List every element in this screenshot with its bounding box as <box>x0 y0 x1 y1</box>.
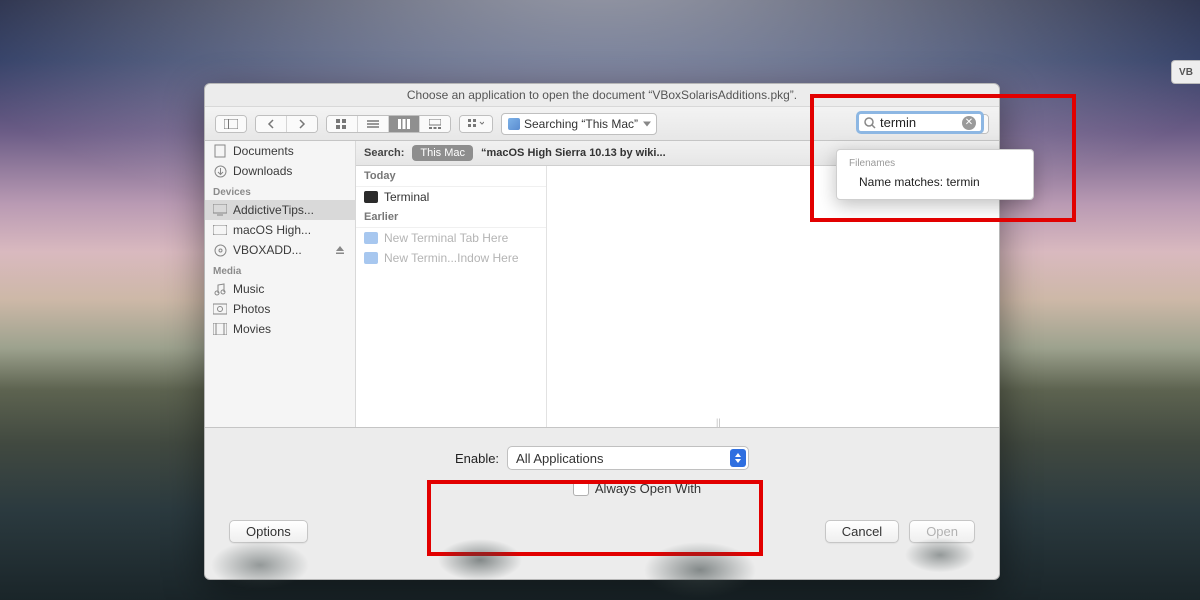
nav-group <box>255 115 318 133</box>
sidebar-item-label: Movies <box>233 322 271 336</box>
sidebar-item-label: macOS High... <box>233 223 311 237</box>
column-view-button[interactable] <box>389 116 420 132</box>
location-label: Searching “This Mac” <box>524 117 638 131</box>
sidebar-item-label: Downloads <box>233 164 292 178</box>
group-icon <box>468 119 484 129</box>
workflow-icon <box>364 252 378 264</box>
sidebar-item-label: VBOXADD... <box>233 243 327 257</box>
sidebar-item-movies[interactable]: Movies <box>205 319 355 339</box>
back-button[interactable] <box>256 116 287 132</box>
sidebar-item-label: Documents <box>233 144 294 158</box>
sidebar-item-downloads[interactable]: Downloads <box>205 161 355 181</box>
suggestions-section-header: Filenames <box>837 156 1033 171</box>
sidebar-toggle-button[interactable] <box>216 116 246 132</box>
icon-view-button[interactable] <box>327 116 358 132</box>
group-header-today: Today <box>356 166 546 187</box>
movies-icon <box>213 322 227 336</box>
clear-search-button[interactable]: ✕ <box>962 116 976 130</box>
sidebar-item-music[interactable]: Music <box>205 279 355 299</box>
sidebar: Documents Downloads Devices AddictiveTip… <box>205 141 356 427</box>
grid-icon <box>336 119 348 129</box>
suggestion-name-matches[interactable]: Name matches: termin <box>837 171 1033 193</box>
sidebar-section-media: Media <box>205 260 355 279</box>
workflow-icon <box>364 232 378 244</box>
scope-this-mac[interactable]: This Mac <box>412 145 473 161</box>
dialog-titlebar: Choose an application to open the docume… <box>205 84 999 107</box>
list-view-button[interactable] <box>358 116 389 132</box>
chevron-left-icon <box>267 119 275 129</box>
list-icon <box>367 119 379 129</box>
search-field[interactable]: termin ✕ <box>856 111 984 134</box>
display-icon <box>213 203 227 217</box>
result-new-terminal-window: New Termin...Indow Here <box>356 248 546 268</box>
desktop-background: VB V Choose an application to open the d… <box>0 0 1200 600</box>
sidebar-item-label: AddictiveTips... <box>233 203 314 217</box>
always-open-checkbox[interactable] <box>573 480 589 496</box>
group-by-group <box>459 115 493 133</box>
sidebar-item-label: Music <box>233 282 264 296</box>
result-label: New Termin...Indow Here <box>384 251 519 265</box>
forward-button[interactable] <box>287 116 317 132</box>
scope-current-folder[interactable]: “macOS High Sierra 10.13 by wiki... <box>481 147 666 159</box>
open-button[interactable]: Open <box>909 520 975 543</box>
result-label: Terminal <box>384 190 429 204</box>
select-arrows-icon <box>730 449 746 467</box>
group-header-earlier: Earlier <box>356 207 546 228</box>
result-new-terminal-tab: New Terminal Tab Here <box>356 228 546 248</box>
scope-icon <box>508 118 520 130</box>
group-by-button[interactable] <box>460 116 492 132</box>
dialog-footer: Enable: All Applications Always Open Wit… <box>205 428 999 557</box>
sidebar-item-photos[interactable]: Photos <box>205 299 355 319</box>
hd-icon <box>213 223 227 237</box>
always-open-label: Always Open With <box>595 481 701 496</box>
location-popup[interactable]: Searching “This Mac” <box>501 113 657 135</box>
sidebar-item-documents[interactable]: Documents <box>205 141 355 161</box>
result-terminal[interactable]: Terminal <box>356 187 546 207</box>
cancel-button[interactable]: Cancel <box>825 520 899 543</box>
search-label: Search: <box>364 147 404 159</box>
downloads-icon <box>213 164 227 178</box>
preview-column <box>547 166 999 427</box>
sidebar-item-vboxadd[interactable]: VBOXADD... <box>205 240 355 260</box>
search-icon <box>864 117 876 129</box>
results-column[interactable]: Today Terminal Earlier New Terminal Tab … <box>356 166 547 427</box>
enable-label: Enable: <box>455 451 499 466</box>
search-suggestions-popover: Filenames Name matches: termin <box>836 149 1034 200</box>
sidebar-item-computer[interactable]: AddictiveTips... <box>205 200 355 220</box>
options-button[interactable]: Options <box>229 520 308 543</box>
sidebar-item-label: Photos <box>233 302 270 316</box>
view-mode-group <box>326 115 451 133</box>
result-label: New Terminal Tab Here <box>384 231 508 245</box>
column-resize-handle[interactable]: || <box>716 417 726 427</box>
offscreen-window-tab[interactable]: VB <box>1171 60 1200 84</box>
gallery-view-button[interactable] <box>420 116 450 132</box>
dialog-title: Choose an application to open the docume… <box>407 88 797 102</box>
photos-icon <box>213 302 227 316</box>
sidebar-section-devices: Devices <box>205 181 355 200</box>
sidebar-icon <box>224 119 238 129</box>
chevron-right-icon <box>298 119 306 129</box>
gallery-icon <box>429 119 441 129</box>
finder-toolbar: Searching “This Mac” termin ✕ <box>205 107 999 141</box>
disc-icon <box>213 243 227 257</box>
search-query: termin <box>880 115 958 130</box>
eject-icon[interactable] <box>333 243 347 257</box>
music-icon <box>213 282 227 296</box>
sidebar-item-macos-hd[interactable]: macOS High... <box>205 220 355 240</box>
document-icon <box>213 144 227 158</box>
column-view: Today Terminal Earlier New Terminal Tab … <box>356 166 999 427</box>
sidebar-toggle-group <box>215 115 247 133</box>
enable-value: All Applications <box>516 451 603 466</box>
terminal-app-icon <box>364 191 378 203</box>
enable-select[interactable]: All Applications <box>507 446 749 470</box>
columns-icon <box>398 119 410 129</box>
